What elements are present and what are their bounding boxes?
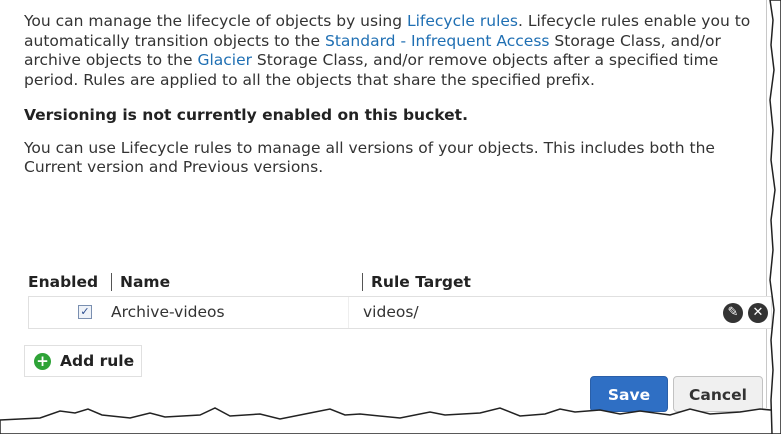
intro-paragraph: You can manage the lifecycle of objects … — [24, 12, 752, 90]
intro-text-1: You can manage the lifecycle of objects … — [24, 12, 407, 30]
versioning-warning: Versioning is not currently enabled on t… — [24, 106, 468, 124]
pencil-icon[interactable]: ✎ — [723, 303, 743, 323]
add-rule-label: Add rule — [60, 352, 135, 370]
header-separator — [362, 273, 363, 291]
torn-edge-right — [769, 0, 781, 434]
header-enabled: Enabled — [28, 273, 99, 291]
lifecycle-rules-link[interactable]: Lifecycle rules — [407, 12, 518, 30]
glacier-link[interactable]: Glacier — [197, 51, 252, 69]
versioning-info: You can use Lifecycle rules to manage al… — [24, 138, 715, 177]
rule-target: videos/ — [363, 303, 419, 321]
lifecycle-description: You can manage the lifecycle of objects … — [24, 12, 752, 178]
rules-table-header: Enabled Name Rule Target — [24, 268, 772, 296]
plus-circle-icon: + — [34, 353, 51, 370]
lifecycle-panel: You can manage the lifecycle of objects … — [0, 0, 772, 412]
rule-name: Archive-videos — [111, 297, 349, 328]
header-rule-target: Rule Target — [371, 273, 471, 291]
header-separator — [111, 273, 112, 291]
standard-ia-link[interactable]: Standard - Infrequent Access — [325, 32, 549, 50]
add-rule-button[interactable]: + Add rule — [24, 345, 142, 377]
table-row: ✓ Archive-videos videos/ ✎ ✕ — [28, 296, 772, 329]
header-name: Name — [120, 273, 171, 291]
enabled-checkbox[interactable]: ✓ — [78, 305, 92, 319]
torn-edge-bottom — [0, 407, 781, 434]
rules-table: Enabled Name Rule Target ✓ Archive-video… — [24, 268, 772, 329]
close-circle-icon[interactable]: ✕ — [748, 303, 768, 323]
